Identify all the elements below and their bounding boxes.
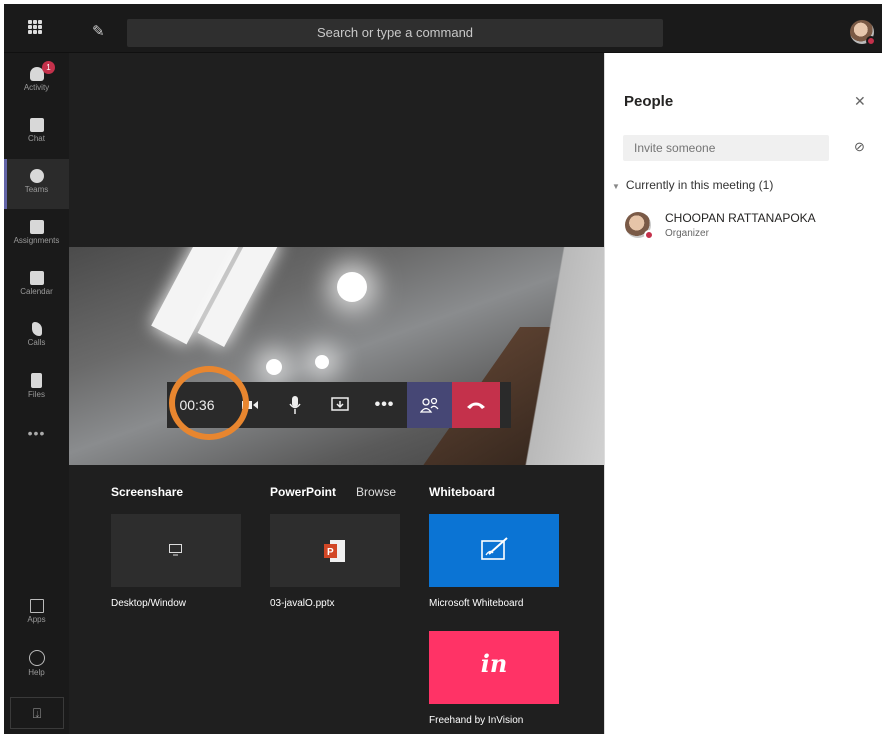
highlight-circle: [169, 366, 249, 440]
rail-item-files[interactable]: Files: [4, 363, 69, 413]
more-apps-icon[interactable]: •••: [4, 425, 69, 441]
monitor-icon: [169, 544, 182, 556]
desktop-window-tile[interactable]: [111, 514, 241, 587]
rail-label: Files: [28, 390, 45, 399]
link-icon[interactable]: ⊘: [854, 139, 865, 155]
pptx-label: 03-javalO.pptx: [270, 598, 335, 609]
invite-input[interactable]: [623, 135, 829, 161]
video-feed: 00:36 •••: [69, 247, 604, 465]
microphone-icon: [288, 396, 301, 414]
browse-link[interactable]: Browse: [356, 485, 396, 499]
meeting-section-header[interactable]: ▼ Currently in this meeting (1): [612, 178, 773, 192]
top-bar: ✎ Search or type a command: [4, 4, 882, 53]
search-input[interactable]: Search or type a command: [127, 19, 663, 47]
rail-label: Teams: [24, 185, 49, 194]
svg-text:P: P: [327, 547, 334, 558]
app-launcher-icon[interactable]: [28, 20, 42, 34]
file-icon: [31, 373, 42, 388]
chevron-down-icon: ▼: [612, 182, 620, 191]
new-chat-icon[interactable]: ✎: [92, 22, 105, 40]
rail-label: Calendar: [20, 287, 53, 296]
whiteboard-heading: Whiteboard: [429, 485, 495, 499]
powerpoint-heading: PowerPoint: [270, 485, 337, 499]
teams-icon: [29, 169, 44, 183]
panel-title: People: [624, 93, 674, 110]
rail-label: Help: [28, 668, 45, 677]
busy-status-dot: [866, 36, 876, 46]
rail-item-teams[interactable]: Teams: [4, 159, 69, 209]
ellipsis-icon: •••: [374, 396, 395, 413]
invision-label: Freehand by InVision: [429, 715, 524, 726]
meeting-stage: 00:36 ••• Screenshare PowerPoint Browse …: [69, 53, 604, 734]
share-tray: Screenshare PowerPoint Browse Whiteboard…: [69, 465, 604, 734]
invision-tile[interactable]: in: [429, 631, 559, 704]
hang-up-icon: [467, 402, 485, 409]
microsoft-whiteboard-tile[interactable]: [429, 514, 559, 587]
people-panel: People ✕ ⊘ ▼ Currently in this meeting (1…: [604, 53, 882, 734]
hang-up-button[interactable]: [452, 382, 500, 428]
rail-label: Apps: [27, 615, 46, 624]
avatar[interactable]: [625, 212, 654, 240]
more-actions-button[interactable]: •••: [362, 382, 407, 428]
rail-label: Activity: [23, 83, 50, 92]
mic-toggle-button[interactable]: [272, 382, 317, 428]
phone-icon: [31, 322, 42, 336]
rail-label: Chat: [28, 134, 45, 143]
download-mobile-icon[interactable]: ⍗: [10, 697, 64, 729]
whiteboard-icon: [481, 537, 508, 560]
apps-icon: [29, 599, 44, 613]
share-button[interactable]: [317, 382, 362, 428]
participant-role: Organizer: [665, 228, 709, 239]
invision-logo: in: [480, 649, 508, 678]
microsoft-whiteboard-label: Microsoft Whiteboard: [429, 598, 524, 609]
participant-name[interactable]: CHOOPAN RATTANAPOKA: [665, 211, 816, 225]
activity-badge: 1: [42, 61, 55, 74]
rail-item-apps[interactable]: Apps: [4, 589, 69, 639]
ceiling-lamp: [266, 359, 282, 375]
app-bar: 1 Activity Chat Teams Assignments Calend…: [4, 53, 69, 734]
rail-label: Assignments: [13, 236, 60, 245]
screenshare-heading: Screenshare: [111, 485, 184, 499]
share-screen-icon: [330, 397, 349, 411]
wall-panel: [504, 247, 604, 465]
pptx-tile[interactable]: P: [270, 514, 400, 587]
backpack-icon: [29, 220, 44, 234]
teams-window: ✎ Search or type a command 1 Activity Ch…: [4, 4, 882, 734]
close-icon[interactable]: ✕: [854, 93, 866, 110]
busy-status-dot: [644, 230, 654, 240]
chat-icon: [29, 118, 44, 132]
ceiling-lamp: [315, 355, 329, 369]
show-participants-button[interactable]: [407, 382, 452, 428]
help-icon: [28, 650, 45, 666]
desktop-window-label: Desktop/Window: [111, 598, 187, 609]
rail-item-help[interactable]: Help: [4, 640, 69, 690]
rail-item-chat[interactable]: Chat: [4, 108, 69, 158]
ceiling-lamp: [337, 272, 367, 302]
rail-item-calls[interactable]: Calls: [4, 312, 69, 362]
profile-avatar[interactable]: [850, 20, 876, 46]
rail-item-activity[interactable]: 1 Activity: [4, 57, 69, 107]
rail-item-calendar[interactable]: Calendar: [4, 261, 69, 311]
calendar-icon: [29, 271, 44, 285]
section-title: Currently in this meeting (1): [625, 178, 774, 192]
powerpoint-icon: P: [324, 540, 345, 562]
participants-icon: [419, 397, 439, 413]
rail-label: Calls: [27, 338, 46, 347]
rail-item-assignments[interactable]: Assignments: [4, 210, 69, 260]
